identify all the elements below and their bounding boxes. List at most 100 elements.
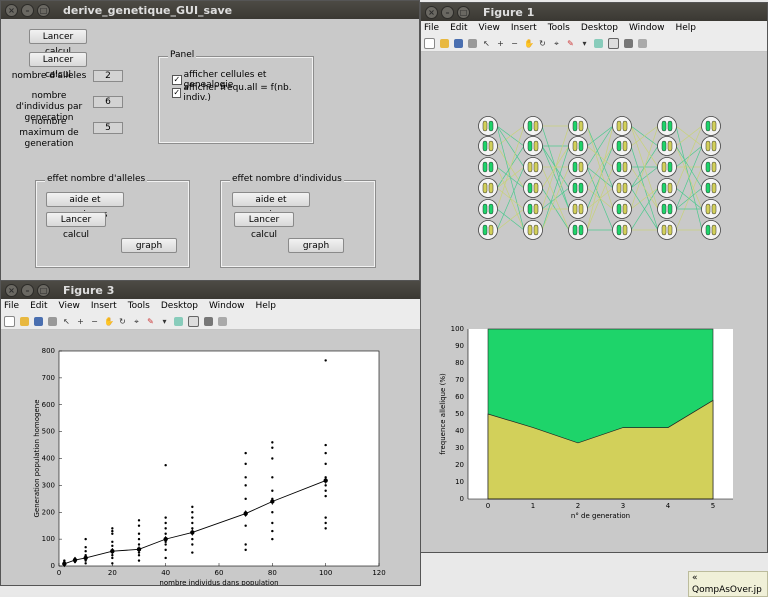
menu-file[interactable]: File (424, 23, 439, 33)
colorbar-icon[interactable] (594, 38, 603, 48)
chromosome-1 (705, 224, 711, 236)
pointer-icon[interactable]: ↖ (62, 317, 71, 326)
rotate-icon[interactable]: ↻ (118, 317, 127, 326)
data-point (271, 529, 274, 533)
save-icon[interactable] (454, 38, 463, 48)
menu-insert[interactable]: Insert (91, 301, 117, 311)
panel-indiv-title: effet nombre d'individus (230, 174, 344, 184)
data-point (244, 548, 247, 552)
dock-icon[interactable] (638, 38, 647, 48)
y-tick-label: 30 (455, 444, 464, 452)
maximize-icon[interactable]: □ (37, 283, 50, 297)
menu-insert[interactable]: Insert (511, 23, 537, 33)
chromosome-1 (482, 224, 488, 236)
legend-icon[interactable] (608, 37, 619, 49)
menu-file[interactable]: File (4, 301, 19, 311)
checkbox-frequ[interactable]: ✓ afficher frequ.all = f(nb. indiv.) (172, 83, 312, 103)
link-icon[interactable]: ▾ (580, 39, 589, 48)
lancer-calcul-button-alleles[interactable]: Lancer calcul (46, 212, 106, 240)
graph-button-indiv[interactable]: graph (288, 238, 344, 253)
lancer-calcul-button-2[interactable]: Lancer calcul (29, 52, 87, 80)
chromosome-2 (667, 182, 673, 194)
lancer-calcul-button-1[interactable]: Lancer calcul (29, 29, 87, 57)
dock-icon[interactable] (218, 316, 227, 326)
cell (478, 199, 498, 219)
close-icon[interactable]: × (425, 5, 438, 19)
zoom-out-icon[interactable]: − (90, 317, 99, 326)
print-icon[interactable] (48, 316, 57, 326)
brush-icon[interactable]: ✎ (566, 39, 575, 48)
cell (523, 178, 543, 198)
menu-edit[interactable]: Edit (30, 301, 47, 311)
legend-icon[interactable] (188, 315, 199, 327)
chromosome-2 (711, 182, 717, 194)
link-icon[interactable]: ▾ (160, 317, 169, 326)
open-icon[interactable] (440, 38, 449, 48)
pan-icon[interactable]: ✋ (104, 317, 114, 326)
cell (612, 116, 632, 136)
taskbar-item[interactable]: « QompAsOver.jp (688, 571, 768, 597)
gui-titlebar[interactable]: × – □ derive_genetique_GUI_save (1, 1, 419, 19)
datacursor-icon[interactable]: ⌖ (132, 317, 141, 326)
print-icon[interactable] (468, 38, 477, 48)
menu-window[interactable]: Window (209, 301, 245, 311)
menu-edit[interactable]: Edit (450, 23, 467, 33)
pan-icon[interactable]: ✋ (524, 39, 534, 48)
new-icon[interactable] (4, 315, 15, 327)
menu-desktop[interactable]: Desktop (581, 23, 618, 33)
cell (478, 220, 498, 240)
save-icon[interactable] (34, 316, 43, 326)
maximize-icon[interactable]: □ (37, 3, 50, 17)
minimize-icon[interactable]: – (21, 3, 34, 17)
zoom-in-icon[interactable]: + (76, 317, 85, 326)
close-icon[interactable]: × (5, 3, 18, 17)
menu-help[interactable]: Help (255, 301, 276, 311)
cell (612, 178, 632, 198)
data-point (111, 532, 114, 535)
hide-icon[interactable] (204, 316, 213, 326)
data-point (271, 441, 274, 444)
aide-consignes-button-alleles[interactable]: aide et consignes (46, 192, 124, 220)
maxgen-field[interactable]: 5 (93, 122, 123, 134)
lineage-line (496, 187, 525, 210)
minimize-icon[interactable]: – (441, 5, 454, 19)
maximize-icon[interactable]: □ (457, 5, 470, 19)
lancer-calcul-button-indiv[interactable]: Lancer calcul (234, 212, 294, 240)
alleles-field[interactable]: 2 (93, 70, 123, 82)
hide-icon[interactable] (624, 38, 633, 48)
menu-tools[interactable]: Tools (128, 301, 150, 311)
datacursor-icon[interactable]: ⌖ (552, 39, 561, 48)
indiv-field[interactable]: 6 (93, 96, 123, 108)
x-tick-label: 60 (215, 569, 224, 577)
figure3-titlebar[interactable]: × – □ Figure 3 (1, 281, 420, 299)
rotate-icon[interactable]: ↻ (538, 39, 547, 48)
menu-window[interactable]: Window (629, 23, 665, 33)
chromosome-2 (488, 120, 494, 132)
aide-consignes-button-indiv[interactable]: aide et consignes (232, 192, 310, 220)
data-point (244, 497, 247, 501)
data-point (191, 521, 194, 525)
brush-icon[interactable]: ✎ (146, 317, 155, 326)
menu-view[interactable]: View (59, 301, 80, 311)
open-icon[interactable] (20, 316, 29, 326)
close-icon[interactable]: × (5, 283, 18, 297)
menu-tools[interactable]: Tools (548, 23, 570, 33)
menu-desktop[interactable]: Desktop (161, 301, 198, 311)
figure1-menubar: File Edit View Insert Tools Desktop Wind… (421, 21, 767, 35)
figure3-toolbar: ↖ + − ✋ ↻ ⌖ ✎ ▾ (1, 313, 420, 330)
x-tick-label: 0 (57, 569, 61, 577)
new-icon[interactable] (424, 37, 435, 49)
zoom-out-icon[interactable]: − (510, 39, 519, 48)
zoom-in-icon[interactable]: + (496, 39, 505, 48)
data-point (84, 545, 87, 549)
menu-view[interactable]: View (479, 23, 500, 33)
y-axis-label: Generation population homogene (33, 399, 41, 517)
data-point (324, 521, 327, 525)
pointer-icon[interactable]: ↖ (482, 39, 491, 48)
menu-help[interactable]: Help (675, 23, 696, 33)
figure1-titlebar[interactable]: × – □ Figure 1 (421, 3, 767, 21)
colorbar-icon[interactable] (174, 316, 183, 326)
minimize-icon[interactable]: – (21, 283, 34, 297)
y-tick-label: 200 (42, 508, 55, 516)
graph-button-alleles[interactable]: graph (121, 238, 177, 253)
